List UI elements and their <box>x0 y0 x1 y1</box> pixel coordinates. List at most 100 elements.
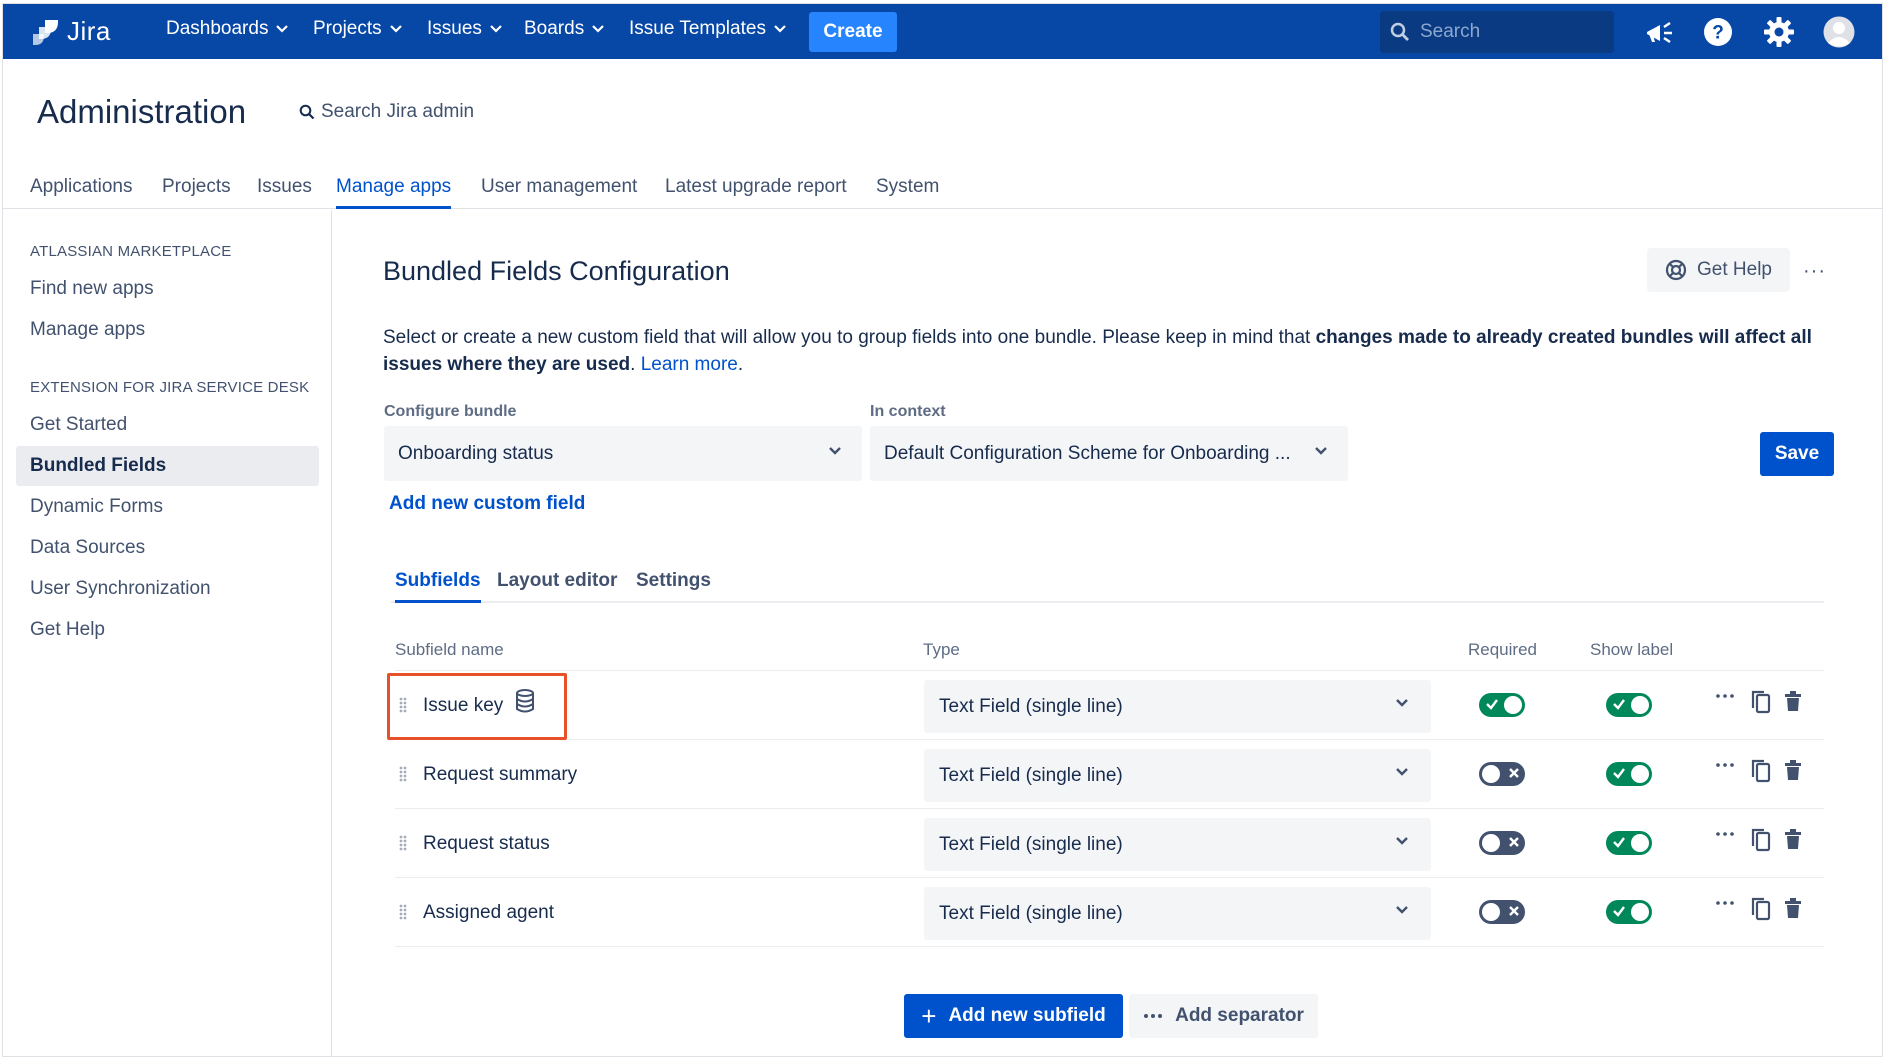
copy-icon[interactable] <box>1750 758 1772 784</box>
sidebar-item-data-sources[interactable]: Data Sources <box>16 528 319 568</box>
required-toggle[interactable] <box>1479 900 1525 924</box>
sidebar-item-get-help[interactable]: Get Help <box>16 610 319 650</box>
sidebar-item-dynamic-forms[interactable]: Dynamic Forms <box>16 487 319 527</box>
settings-icon[interactable] <box>1763 16 1795 48</box>
drag-handle-icon[interactable] <box>399 697 407 713</box>
check-icon <box>1613 906 1625 917</box>
jira-logo[interactable]: Jira <box>31 16 111 47</box>
more-icon[interactable] <box>1715 758 1735 782</box>
tab-manage-apps[interactable]: Manage apps <box>336 176 452 209</box>
column-type: Type <box>923 640 960 659</box>
add-new-custom-field-link[interactable]: Add new custom field <box>389 493 585 515</box>
configure-bundle-select[interactable]: Onboarding status <box>384 426 862 481</box>
check-icon <box>1613 837 1625 848</box>
nav-issues[interactable]: Issues <box>427 18 502 40</box>
copy-icon[interactable] <box>1750 827 1772 853</box>
trash-icon[interactable] <box>1784 689 1802 713</box>
help-icon[interactable]: ? <box>1702 16 1734 48</box>
svg-text:?: ? <box>1712 23 1724 44</box>
nav-boards[interactable]: Boards <box>524 18 604 40</box>
nav-projects-label: Projects <box>313 18 382 39</box>
get-help-button[interactable]: Get Help <box>1647 248 1790 292</box>
subfield-type-value: Text Field (single line) <box>939 833 1123 855</box>
chevron-down-icon <box>774 25 786 33</box>
more-actions-button[interactable]: ··· <box>1803 260 1826 283</box>
chevron-down-icon <box>1396 837 1408 845</box>
required-toggle[interactable] <box>1479 693 1525 717</box>
sidebar-item-get-started[interactable]: Get Started <box>16 405 319 445</box>
drag-handle-icon[interactable] <box>399 904 407 920</box>
subfield-type-select[interactable]: Text Field (single line) <box>924 749 1431 802</box>
cross-icon <box>1509 906 1519 916</box>
avatar-icon[interactable] <box>1823 16 1855 48</box>
add-separator-label: Add separator <box>1175 1005 1304 1026</box>
sidebar-item-bundled-fields[interactable]: Bundled Fields <box>16 446 319 486</box>
tab-projects[interactable]: Projects <box>162 176 231 209</box>
configure-bundle-value: Onboarding status <box>398 442 554 464</box>
create-button[interactable]: Create <box>809 12 897 52</box>
table-row: Request summary Text Field (single line) <box>395 740 1824 809</box>
jira-logo-text: Jira <box>67 16 111 46</box>
get-help-label: Get Help <box>1697 259 1772 280</box>
learn-more-link[interactable]: Learn more <box>641 354 738 375</box>
more-icon[interactable] <box>1715 827 1735 851</box>
drag-handle-icon[interactable] <box>399 766 407 782</box>
subfield-type-value: Text Field (single line) <box>939 902 1123 924</box>
subfield-type-select[interactable]: Text Field (single line) <box>924 680 1431 733</box>
add-separator-button[interactable]: Add separator <box>1129 994 1318 1038</box>
sidebar-item-user-synchronization[interactable]: User Synchronization <box>16 569 319 609</box>
show-label-toggle[interactable] <box>1606 693 1652 717</box>
nav-dashboards[interactable]: Dashboards <box>166 18 289 40</box>
show-label-toggle[interactable] <box>1606 831 1652 855</box>
add-new-subfield-button[interactable]: + Add new subfield <box>904 994 1123 1038</box>
tab-issues[interactable]: Issues <box>257 176 312 209</box>
column-show-label: Show label <box>1590 640 1674 659</box>
nav-issues-label: Issues <box>427 18 482 39</box>
search-jira-admin[interactable]: Search Jira admin <box>299 101 474 123</box>
in-context-select[interactable]: Default Configuration Scheme for Onboard… <box>870 426 1348 481</box>
tab-applications[interactable]: Applications <box>30 176 132 209</box>
page-title: Bundled Fields Configuration <box>383 256 730 286</box>
tab-subfields[interactable]: Subfields <box>395 570 481 603</box>
subfield-name: Request summary <box>423 764 578 785</box>
nav-projects[interactable]: Projects <box>313 18 402 40</box>
subfield-tabs: Subfields Layout editor Settings <box>391 567 1824 603</box>
top-navigation: Jira Dashboards Projects Issues Boards I… <box>3 4 1882 59</box>
show-label-toggle[interactable] <box>1606 762 1652 786</box>
trash-icon[interactable] <box>1784 896 1802 920</box>
subfield-type-value: Text Field (single line) <box>939 764 1123 786</box>
trash-icon[interactable] <box>1784 827 1802 851</box>
jira-logo-icon <box>33 19 58 45</box>
cross-icon <box>1509 768 1519 778</box>
sidebar-item-manage-apps[interactable]: Manage apps <box>16 310 319 350</box>
global-search-input[interactable] <box>1420 21 1600 43</box>
copy-icon[interactable] <box>1750 896 1772 922</box>
table-row: Assigned agent Text Field (single line) <box>395 878 1824 947</box>
more-icon[interactable] <box>1715 896 1735 920</box>
nav-issue-templates[interactable]: Issue Templates <box>629 18 786 40</box>
more-icon[interactable] <box>1715 689 1735 713</box>
global-search[interactable] <box>1380 11 1614 53</box>
show-label-toggle[interactable] <box>1606 900 1652 924</box>
sidebar-item-find-new-apps[interactable]: Find new apps <box>16 269 319 309</box>
subfield-type-select[interactable]: Text Field (single line) <box>924 887 1431 940</box>
copy-icon[interactable] <box>1750 689 1772 715</box>
toggle-knob <box>1482 834 1500 852</box>
required-toggle[interactable] <box>1479 762 1525 786</box>
save-button[interactable]: Save <box>1760 432 1834 476</box>
chevron-down-icon <box>490 25 502 33</box>
chevron-down-icon <box>592 25 604 33</box>
drag-handle-icon[interactable] <box>399 835 407 851</box>
megaphone-icon[interactable] <box>1643 16 1675 48</box>
tab-user-management[interactable]: User management <box>481 176 637 209</box>
subfield-type-select[interactable]: Text Field (single line) <box>924 818 1431 871</box>
required-toggle[interactable] <box>1479 831 1525 855</box>
chevron-down-icon <box>1396 699 1408 707</box>
tab-latest-upgrade-report[interactable]: Latest upgrade report <box>665 176 847 209</box>
nav-dashboards-label: Dashboards <box>166 18 269 39</box>
tab-layout-editor[interactable]: Layout editor <box>497 570 617 603</box>
tab-settings[interactable]: Settings <box>636 570 711 603</box>
tab-system[interactable]: System <box>876 176 939 209</box>
sidebar-heading-extension: EXTENSION FOR JIRA SERVICE DESK <box>30 379 310 396</box>
trash-icon[interactable] <box>1784 758 1802 782</box>
